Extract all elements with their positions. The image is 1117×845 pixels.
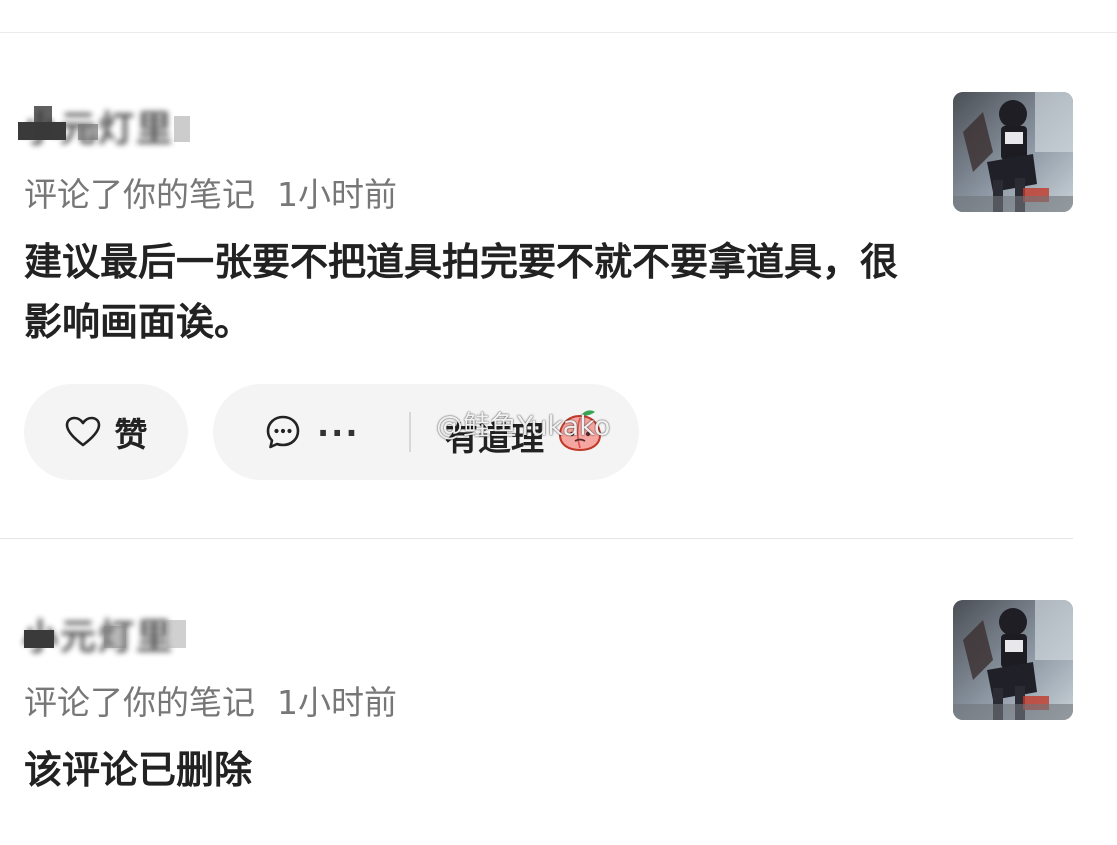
like-button[interactable]: 赞 <box>24 384 188 480</box>
username-mosaic <box>18 610 198 650</box>
chat-bubble-icon <box>265 414 301 450</box>
action-text: 评论了你的笔记 <box>24 175 255 214</box>
notification-divider <box>0 538 1073 539</box>
heart-outline-icon <box>65 416 100 447</box>
notification-meta: 评论了你的笔记 1小时前 <box>24 676 397 724</box>
comment-text: 建议最后一张要不把道具拍完要不就不要拿道具，很影响画面诶。 <box>24 240 899 344</box>
like-label: 赞 <box>114 415 148 454</box>
cosplay-photo-icon <box>953 600 1073 720</box>
action-text: 评论了你的笔记 <box>24 683 255 722</box>
comment-text: 该评论已删除 <box>24 748 253 792</box>
notification-meta: 评论了你的笔记 1小时前 <box>24 168 397 216</box>
username-mosaic <box>18 102 198 142</box>
note-thumbnail[interactable] <box>953 92 1073 212</box>
cosplay-photo-icon <box>953 92 1073 212</box>
timestamp: 1小时前 <box>277 175 397 214</box>
watermark: @鲑鱼Yukako <box>436 411 611 442</box>
timestamp: 1小时前 <box>277 683 397 722</box>
top-divider <box>0 32 1117 33</box>
note-thumbnail[interactable] <box>953 600 1073 720</box>
reply-separator <box>409 412 411 452</box>
reply-ellipsis: ... <box>317 406 360 444</box>
